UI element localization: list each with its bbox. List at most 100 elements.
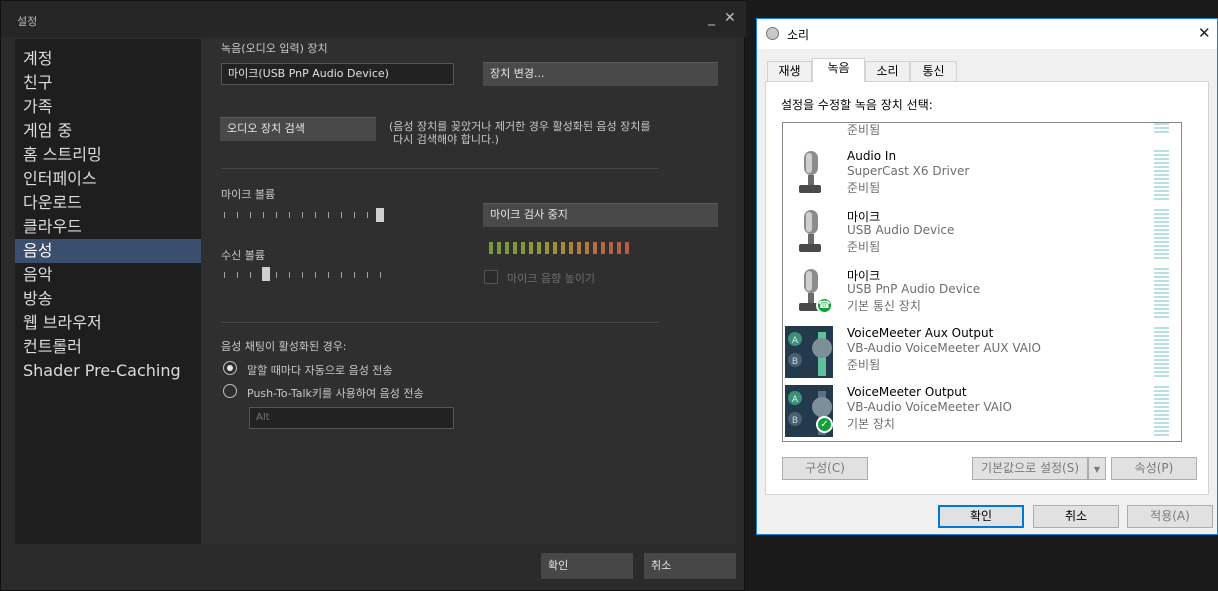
close-button[interactable]: ✕: [724, 10, 736, 26]
device-driver: VB-Audio VoiceMeeter VAIO: [847, 400, 1012, 414]
list-item[interactable]: 준비됨: [783, 123, 1169, 139]
close-icon[interactable]: ✕: [1198, 24, 1211, 42]
device-name: VoiceMeeter Aux Output: [847, 326, 994, 340]
tab-communications[interactable]: 통신: [910, 61, 957, 81]
device-name: VoiceMeeter Output: [847, 385, 967, 399]
divider: [221, 322, 659, 323]
tab-playback[interactable]: 재생: [767, 61, 812, 81]
ok-button[interactable]: 확인: [938, 505, 1024, 528]
mic-volume-slider-track[interactable]: [224, 212, 381, 218]
stop-mic-test-button[interactable]: 마이크 검사 중지: [483, 203, 718, 227]
apply-button[interactable]: 적용(A): [1127, 505, 1213, 528]
mic-volume-label: 마이크 볼륨: [221, 188, 276, 201]
device-level-meter: [1154, 209, 1169, 259]
change-device-button[interactable]: 장치 변경...: [483, 62, 718, 86]
sidebar-item-web-browser[interactable]: 웹 브라우저: [15, 311, 201, 335]
tab-sounds[interactable]: 소리: [865, 61, 910, 81]
steam-titlebar[interactable]: 설정 _ ✕: [1, 1, 746, 37]
device-level-meter: [1154, 386, 1169, 436]
detect-hint-line-2: 다시 검색해야 합니다.): [393, 133, 499, 146]
recording-panel: 설정을 수정할 녹음 장치 선택: 준비됨 Audio In SuperCast…: [765, 81, 1209, 495]
microphone-icon: [799, 210, 821, 252]
recording-device-list[interactable]: 준비됨 Audio In SuperCast X6 Driver 준비됨 마이크…: [782, 122, 1182, 442]
sound-dialog-title: 소리: [787, 28, 810, 42]
sidebar-item-home-streaming[interactable]: 홈 스트리밍: [15, 143, 201, 167]
settings-sidebar: 계정 친구 가족 게임 중 홈 스트리밍 인터페이스 다운로드 클라우드 음성 …: [15, 39, 201, 544]
sidebar-item-downloads[interactable]: 다운로드: [15, 191, 201, 215]
mic-level-meter: [489, 242, 629, 254]
chevron-down-icon: ▼: [1093, 465, 1101, 474]
cancel-button[interactable]: 취소: [644, 553, 736, 579]
ok-button[interactable]: 확인: [541, 553, 633, 579]
phone-badge-icon: ☎: [816, 297, 833, 314]
device-status: 기본 통신 장치: [847, 299, 921, 313]
receive-volume-label: 수신 볼륨: [221, 249, 265, 262]
device-status: 준비됨: [847, 358, 881, 372]
device-status: 준비됨: [847, 123, 881, 137]
device-level-meter: [1154, 150, 1169, 200]
receive-volume-slider-track[interactable]: [224, 272, 381, 278]
list-item[interactable]: ☎ 마이크 USB PnP Audio Device 기본 통신 장치: [783, 265, 1169, 324]
sidebar-item-controller[interactable]: 컨트롤러: [15, 335, 201, 359]
sidebar-item-interface[interactable]: 인터페이스: [15, 167, 201, 191]
svg-text:A: A: [792, 336, 799, 346]
list-item[interactable]: 마이크 USB Audio Device 준비됨: [783, 206, 1169, 265]
push-to-talk-radio[interactable]: [223, 384, 237, 398]
voicemeeter-icon: A B: [785, 326, 833, 378]
auto-transmit-radio[interactable]: [223, 361, 237, 375]
sound-dialog: 소리 ✕ 재생 녹음 소리 통신 설정을 수정할 녹음 장치 선택: 준비됨 A…: [756, 18, 1218, 535]
voice-settings-panel: 녹음(오디오 입력) 장치 마이크(USB PnP Audio Device) …: [201, 39, 736, 544]
sidebar-item-in-game[interactable]: 게임 중: [15, 119, 201, 143]
sidebar-item-voice[interactable]: 음성: [15, 239, 201, 263]
mic-volume-slider-thumb[interactable]: [376, 208, 384, 222]
configure-button[interactable]: 구성(C): [782, 457, 868, 480]
svg-text:B: B: [792, 357, 798, 367]
sidebar-item-broadcasting[interactable]: 방송: [15, 287, 201, 311]
sidebar-item-account[interactable]: 계정: [15, 47, 201, 71]
sidebar-item-family[interactable]: 가족: [15, 95, 201, 119]
sidebar-item-music[interactable]: 음악: [15, 263, 201, 287]
device-driver: SuperCast X6 Driver: [847, 164, 970, 178]
auto-transmit-label[interactable]: 말할 때마다 자동으로 음성 전송: [247, 362, 393, 378]
mic-boost-checkbox[interactable]: [484, 270, 498, 284]
sidebar-item-cloud[interactable]: 클라우드: [15, 215, 201, 239]
steam-window-title: 설정: [17, 15, 38, 28]
steam-settings-window: 설정 _ ✕ 계정 친구 가족 게임 중 홈 스트리밍 인터페이스 다운로드 클…: [0, 0, 746, 591]
detect-audio-devices-button[interactable]: 오디오 장치 검색: [220, 117, 376, 141]
push-to-talk-label[interactable]: Push-To-Talk키를 사용하여 음성 전송: [247, 385, 424, 401]
device-driver: VB-Audio VoiceMeeter AUX VAIO: [847, 341, 1041, 355]
properties-button[interactable]: 속성(P): [1111, 457, 1197, 480]
list-item[interactable]: A B ✓ VoiceMeeter Output VB-Audio VoiceM…: [783, 383, 1169, 441]
device-level-meter: [1154, 268, 1169, 318]
device-status: 기본 장치: [847, 417, 895, 431]
select-device-prompt: 설정을 수정할 녹음 장치 선택:: [781, 98, 933, 112]
tab-recording[interactable]: 녹음: [812, 58, 865, 82]
list-item[interactable]: A B VoiceMeeter Aux Output VB-Audio Voic…: [783, 324, 1169, 383]
sound-titlebar[interactable]: 소리 ✕: [757, 19, 1217, 49]
device-level-meter: [1154, 123, 1169, 135]
device-name: Audio In: [847, 149, 897, 163]
device-list-scrollbar[interactable]: ▲ ▼: [1181, 123, 1182, 441]
set-default-dropdown[interactable]: ▼: [1088, 457, 1106, 480]
sidebar-item-shader-precaching[interactable]: Shader Pre-Caching: [15, 359, 201, 383]
minimize-button[interactable]: _: [708, 10, 715, 26]
recording-device-field: 마이크(USB PnP Audio Device): [221, 63, 454, 85]
voice-chat-mode-label: 음성 채팅이 활성화된 경우:: [221, 340, 347, 353]
cancel-button[interactable]: 취소: [1033, 505, 1119, 528]
svg-text:A: A: [792, 395, 799, 405]
device-status: 준비됨: [847, 240, 881, 254]
push-to-talk-key-field[interactable]: Alt: [249, 407, 454, 429]
checkmark-badge-icon: ✓: [816, 416, 833, 433]
device-level-meter: [1154, 327, 1169, 377]
recording-device-label: 녹음(오디오 입력) 장치: [221, 42, 328, 55]
list-item[interactable]: Audio In SuperCast X6 Driver 준비됨: [783, 147, 1169, 206]
speaker-icon: [766, 27, 779, 40]
mic-boost-label: 마이크 음향 높이기: [507, 272, 595, 285]
device-driver: USB PnP Audio Device: [847, 282, 981, 296]
receive-volume-slider-thumb[interactable]: [262, 267, 270, 281]
sidebar-item-friends[interactable]: 친구: [15, 71, 201, 95]
device-driver: USB Audio Device: [847, 223, 955, 237]
microphone-icon: [799, 151, 821, 193]
set-default-button[interactable]: 기본값으로 설정(S): [972, 457, 1088, 480]
svg-text:B: B: [792, 416, 798, 426]
